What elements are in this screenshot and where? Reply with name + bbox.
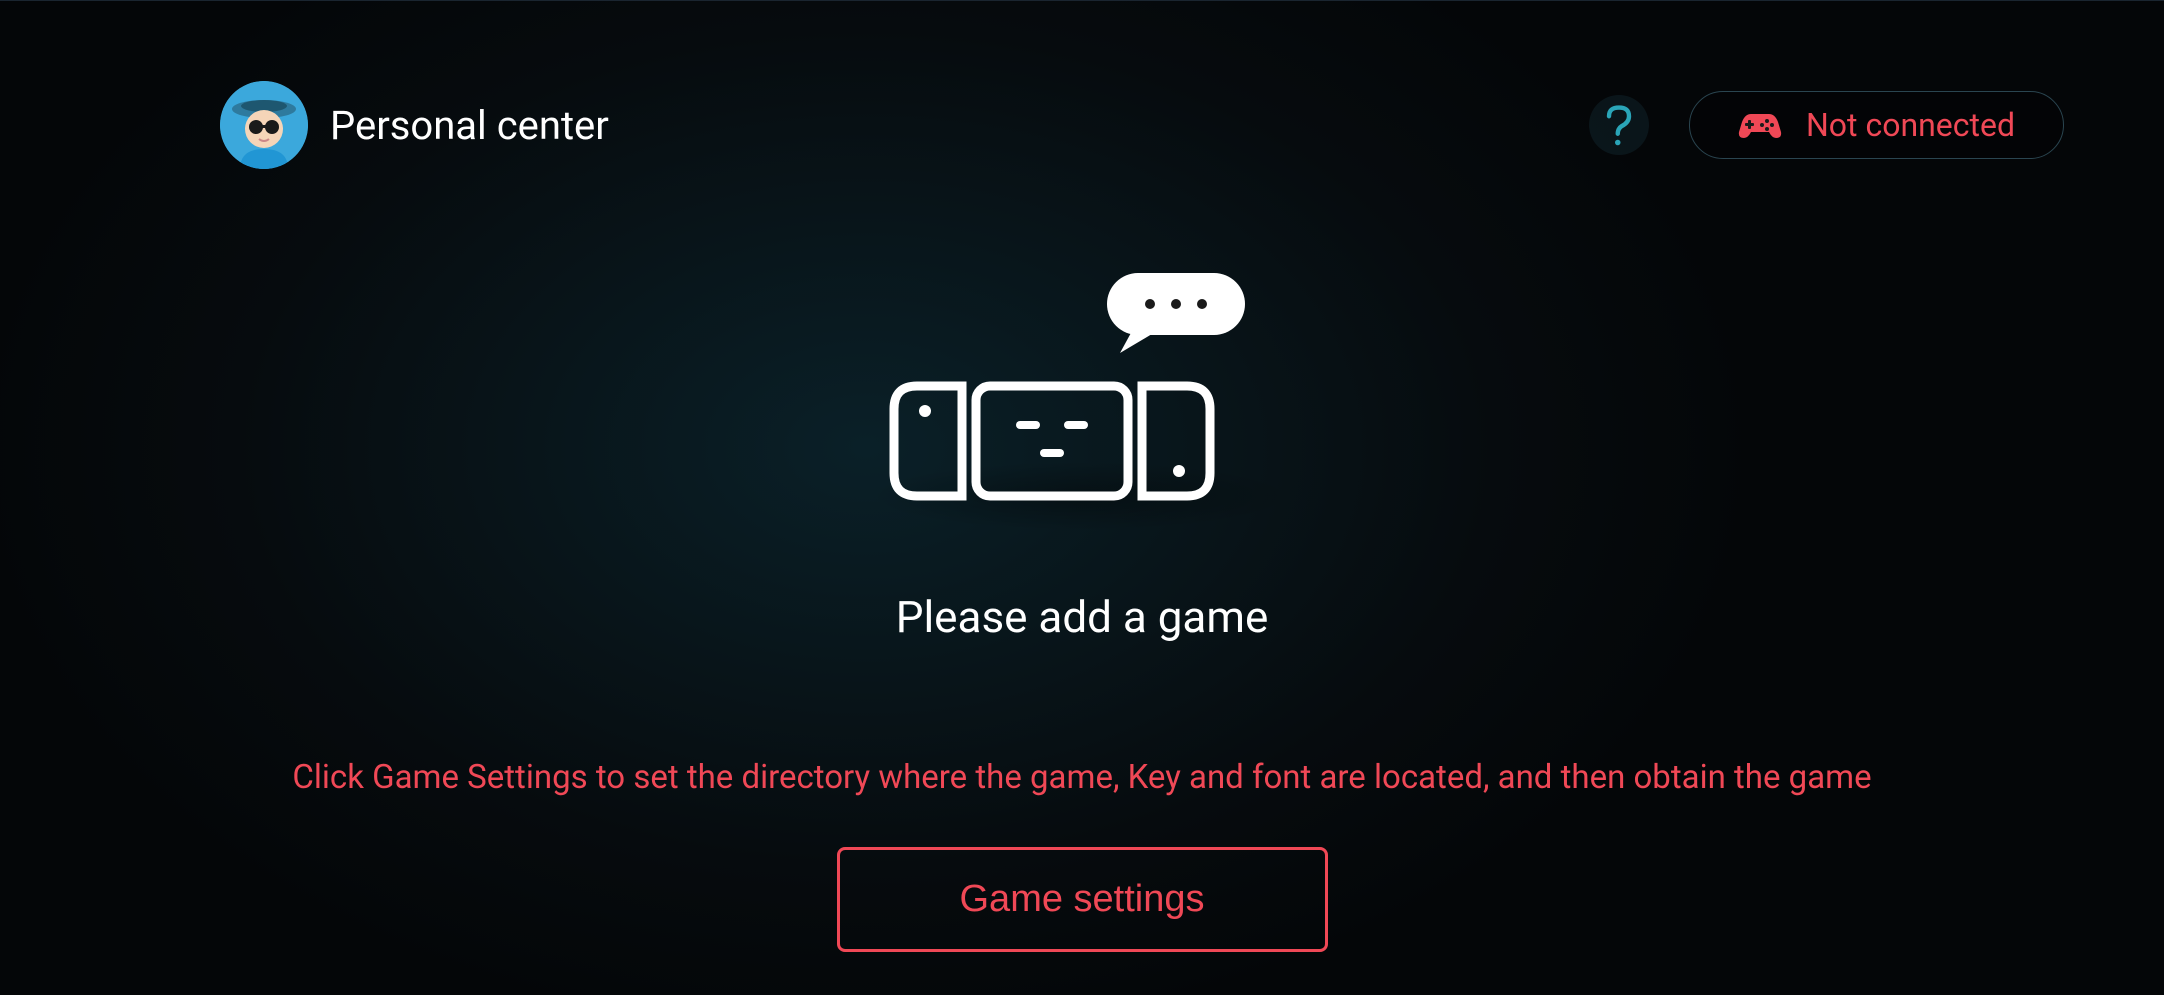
console-icon <box>872 271 1292 541</box>
main-content: Please add a game Click Game Settings to… <box>0 271 2164 952</box>
connection-status-text: Not connected <box>1806 106 2015 144</box>
gamepad-icon <box>1738 108 1782 142</box>
connection-status-button[interactable]: Not connected <box>1689 91 2064 159</box>
header-right: Not connected <box>1589 91 2064 159</box>
avatar[interactable] <box>220 81 308 169</box>
device-illustration <box>872 271 1292 541</box>
header-left: Personal center <box>220 81 609 169</box>
game-settings-button[interactable]: Game settings <box>837 847 1328 952</box>
instruction-text: Click Game Settings to set the directory… <box>252 758 1911 797</box>
help-button[interactable] <box>1589 95 1649 155</box>
header: Personal center Not conn <box>0 81 2164 169</box>
help-icon <box>1604 104 1634 146</box>
avatar-icon <box>220 81 308 169</box>
page-title: Personal center <box>330 102 609 149</box>
prompt-title: Please add a game <box>896 591 1269 643</box>
